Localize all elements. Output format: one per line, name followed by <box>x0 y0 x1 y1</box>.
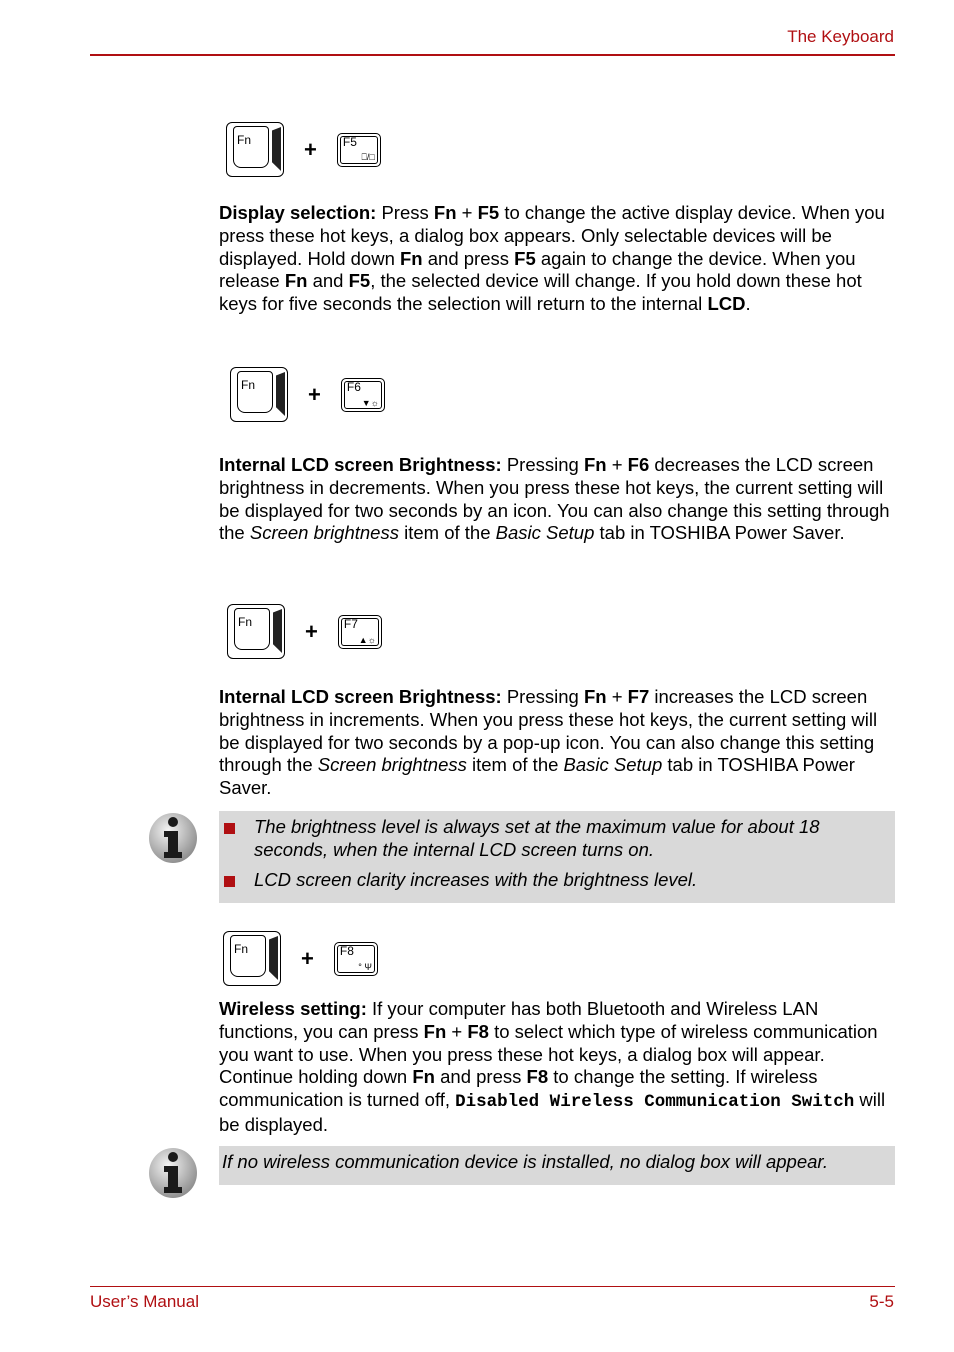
plus-sign: + <box>301 945 314 971</box>
info-icon <box>149 813 197 863</box>
tab-name: Basic Setup <box>563 754 663 776</box>
text: + <box>606 454 628 475</box>
info-icon <box>149 1148 197 1198</box>
fn-key: Fn <box>223 931 281 986</box>
brightness-down-paragraph: Internal LCD screen Brightness: Pressing… <box>219 454 891 545</box>
f5-key: F5 ⎕/□ <box>336 132 381 167</box>
brightness-up-paragraph: Internal LCD screen Brightness: Pressing… <box>219 686 891 800</box>
key-name: Fn <box>433 202 457 223</box>
page-number: 5-5 <box>869 1292 894 1311</box>
key-name: Fn <box>400 247 423 269</box>
fn-key: Fn <box>230 367 288 422</box>
key-name: Fn <box>583 454 607 475</box>
key-name: F7 <box>627 686 650 707</box>
note-text: If no wireless communication device is i… <box>222 1151 829 1172</box>
bullet-icon <box>224 823 235 834</box>
text: item of the <box>398 522 496 544</box>
f8-key: F8 ° Ψ <box>333 941 378 976</box>
text: Pressing <box>501 454 584 475</box>
fn-key: Fn <box>227 604 285 659</box>
wireless-paragraph: Wireless setting: If your computer has b… <box>219 998 891 1137</box>
display-switch-icon: ⎕/□ <box>361 151 375 162</box>
text: item of the <box>466 754 564 776</box>
f5-key-label: F5 <box>342 134 357 149</box>
f6-key-label: F6 <box>346 379 361 394</box>
key-name: F5 <box>348 270 371 292</box>
text: and press <box>422 247 515 269</box>
f7-key: F7 ▲☼ <box>337 614 382 649</box>
note-item: LCD screen clarity increases with the br… <box>219 869 885 892</box>
section-title: Internal LCD screen Brightness: <box>219 686 502 707</box>
key-name: F6 <box>627 454 650 475</box>
note-text: LCD screen clarity increases with the br… <box>254 868 698 890</box>
text: Press <box>376 202 434 223</box>
page-header-title: The Keyboard <box>787 27 894 46</box>
setting-name: Screen brightness <box>249 522 399 544</box>
display-selection-paragraph: Display selection: Press Fn + F5 to chan… <box>219 202 891 316</box>
bullet-icon <box>224 875 235 887</box>
fn-key-label: Fn <box>238 615 253 629</box>
hotkey-fn-f8: Fn + F8 ° Ψ <box>223 931 378 986</box>
message-text: Disabled Wireless Communication Switch <box>455 1092 855 1113</box>
f6-key: F6 ▼☼ <box>340 377 385 412</box>
tab-name: Basic Setup <box>495 522 595 544</box>
key-name: F8 <box>467 1020 489 1042</box>
f8-key-label: F8 <box>339 943 354 958</box>
key-name: LCD <box>707 293 746 315</box>
text: and press <box>434 1066 527 1088</box>
plus-sign: + <box>305 618 318 644</box>
text: tab in TOSHIBA Power Saver. <box>594 522 845 544</box>
hotkey-fn-f5: Fn + F5 ⎕/□ <box>226 122 381 177</box>
brightness-down-icon: ▼☼ <box>361 397 379 408</box>
plus-sign: + <box>308 381 321 407</box>
key-name: Fn <box>412 1066 435 1088</box>
text: Pressing <box>501 686 584 707</box>
info-note-wireless: If no wireless communication device is i… <box>219 1146 895 1185</box>
section-title: Display selection: <box>219 202 377 223</box>
fn-key-label: Fn <box>237 133 252 147</box>
key-name: F5 <box>477 202 500 223</box>
f7-key-label: F7 <box>343 616 358 631</box>
note-text: The brightness level is always set at th… <box>254 816 820 860</box>
key-name: Fn <box>583 686 607 707</box>
section-title: Wireless setting: <box>219 998 367 1019</box>
key-name: Fn <box>284 270 308 292</box>
wireless-icon: ° Ψ <box>358 961 372 972</box>
setting-name: Screen brightness <box>317 754 467 776</box>
text: + <box>456 202 478 223</box>
fn-key-label: Fn <box>241 378 256 392</box>
note-item: The brightness level is always set at th… <box>219 816 885 862</box>
footer-manual-title: User’s Manual <box>90 1292 199 1311</box>
plus-sign: + <box>304 136 317 162</box>
key-name: F5 <box>514 247 536 269</box>
hotkey-fn-f7: Fn + F7 ▲☼ <box>227 604 382 659</box>
footer-rule <box>90 1286 895 1287</box>
section-title: Internal LCD screen Brightness: <box>219 454 502 475</box>
fn-key: Fn <box>226 122 284 177</box>
key-name: F8 <box>526 1066 549 1088</box>
header-rule <box>90 54 895 56</box>
brightness-up-icon: ▲☼ <box>358 634 376 645</box>
key-name: Fn <box>423 1020 447 1042</box>
text: and <box>307 270 349 292</box>
text: + <box>606 686 628 707</box>
text: . <box>745 293 751 315</box>
text: + <box>446 1020 468 1042</box>
hotkey-fn-f6: Fn + F6 ▼☼ <box>230 367 385 422</box>
info-note-brightness: The brightness level is always set at th… <box>219 811 895 903</box>
fn-key-label: Fn <box>234 942 249 956</box>
